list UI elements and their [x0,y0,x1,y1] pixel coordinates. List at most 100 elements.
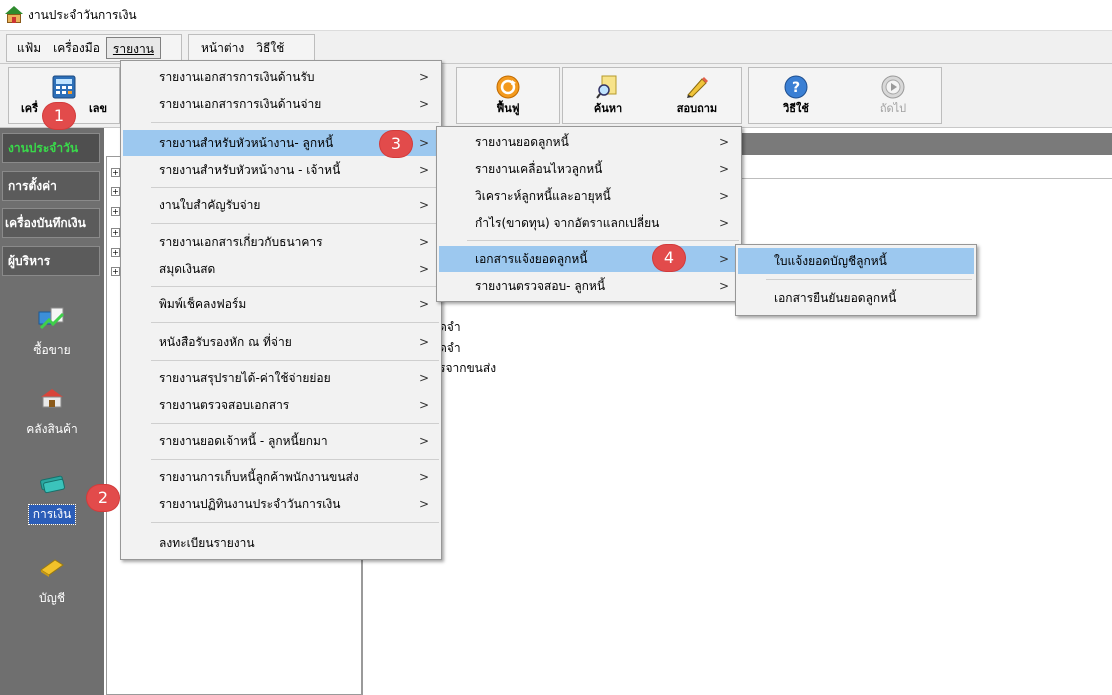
title-bar: งานประจำวันการเงิน [0,0,1112,30]
nav-tab-daily-work[interactable]: งานประจำวัน [2,133,100,163]
menu-item-label: เอกสารยืนยันยอดลูกหนี้ [774,291,897,305]
submenu-arrow-icon: > [718,279,729,293]
tree-expand-icon[interactable]: + [111,187,120,196]
next-label: ถัดไป [879,102,907,115]
main-text-fragment: ัดจำ [439,341,461,355]
menu-item-opening-balance[interactable]: รายงานยอดเจ้าหนี้ - ลูกหนี้ยกมา > [123,428,439,454]
query-label: สอบถาม [676,102,718,115]
menu-group-main: แฟ้ม เครื่องมือ รายงาน [6,34,182,62]
menu-item-label: รายงานสำหรับหัวหน้างาน - เจ้าหนี้ [159,163,341,177]
callout-badge-2: 2 [87,485,119,511]
refresh-label: ฟื้นฟู [496,102,520,115]
module-trading[interactable]: ซื้อขาย [0,306,104,360]
menu-item-exchange-gain-loss[interactable]: กำไร(ขาดทุน) จากอัตราแลกเปลี่ยน > [439,210,739,236]
submenu-arrow-icon: > [418,70,429,84]
tree-expand-icon[interactable]: + [111,267,120,276]
menu-item-debtor-balance[interactable]: รายงานยอดลูกหนี้ > [439,129,739,155]
warehouse-icon [41,389,63,408]
menu-item-label: รายงานสรุปรายได้-ค่าใช้จ่ายย่อย [159,371,331,385]
help-button[interactable]: ? วิธีใช้ [751,68,841,123]
menu-item-debtor-audit[interactable]: รายงานตรวจสอบ- ลูกหนี้ > [439,273,739,299]
module-inventory-label: คลังสินค้า [26,422,78,436]
menu-file[interactable]: แฟ้ม [11,37,47,59]
nav-tab-executive[interactable]: ผู้บริหาร [2,246,100,276]
module-finance-label: การเงิน [27,504,77,525]
query-button[interactable]: สอบถาม [653,68,741,123]
submenu-arrow-icon: > [718,216,729,230]
left-navigation: งานประจำวัน การตั้งค่า เครื่องบันทึกเงิน… [0,128,104,695]
callout-badge-3: 3 [380,131,412,157]
submenu-arrow-icon: > [418,163,429,177]
callout-badge-1: 1 [43,103,75,129]
menu-item-cash-book[interactable]: สมุดเงินสด > [123,256,439,282]
menu-item-debtor-aging[interactable]: วิเคราะห์ลูกหนี้และอายุหนี้ > [439,183,739,209]
main-text-fragment: ัดจำ [439,320,461,334]
menu-item-finance-receive-report[interactable]: รายงานเอกสารการเงินด้านรับ > [123,64,439,90]
menu-item-income-expense-summary[interactable]: รายงานสรุปรายได้-ค่าใช้จ่ายย่อย > [123,365,439,391]
menu-item-register-report[interactable]: ลงทะเบียนรายงาน [123,530,439,556]
menu-item-label: พิมพ์เช็คลงฟอร์ม [159,297,247,311]
menu-item-label: รายงานยอดเจ้าหนี้ - ลูกหนี้ยกมา [159,434,328,448]
menu-help[interactable]: วิธีใช้ [250,37,290,59]
tree-expand-icon[interactable]: + [111,228,120,237]
refresh-button[interactable]: ฟื้นฟู [457,68,559,123]
menu-item-print-cheque[interactable]: พิมพ์เช็คลงฟอร์ม > [123,291,439,317]
search-button[interactable]: ค้นหา [565,68,651,123]
menu-item-finance-calendar[interactable]: รายงานปฏิทินงานประจำวันการเงิน > [123,491,439,517]
menu-item-debtor-balance-confirmation[interactable]: เอกสารยืนยันยอดลูกหนี้ [738,285,974,311]
menu-tools[interactable]: เครื่องมือ [47,37,106,59]
menu-report[interactable]: รายงาน [105,37,161,59]
menu-item-label: รายงานตรวจสอบ- ลูกหนี้ [475,279,606,293]
menu-item-debtor-statement-docs[interactable]: เอกสารแจ้งยอดลูกหนี้ > [439,246,739,272]
menu-item-label: กำไร(ขาดทุน) จากอัตราแลกเปลี่ยน [475,216,660,230]
module-accounting-label: บัญชี [39,591,65,605]
menu-window[interactable]: หน้าต่าง [195,37,250,59]
next-play-icon [881,75,905,99]
money-stack-icon [40,475,65,494]
menu-item-label: รายงานตรวจสอบเอกสาร [159,398,290,412]
menu-bar: แฟ้ม เครื่องมือ รายงาน หน้าต่าง วิธีใช้ [0,30,1112,64]
menu-item-debtor-movement[interactable]: รายงานเคลื่อนไหวลูกหนี้ > [439,156,739,182]
module-inventory[interactable]: คลังสินค้า [0,385,104,439]
menu-item-label: งานใบสำคัญรับจ่าย [159,198,261,212]
tree-expand-icon[interactable]: + [111,207,120,216]
submenu-arrow-icon: > [718,162,729,176]
menu-item-withholding-tax[interactable]: หนังสือรับรองหัก ณ ที่จ่าย > [123,329,439,355]
submenu-arrow-icon: > [418,371,429,385]
menu-item-document-audit[interactable]: รายงานตรวจสอบเอกสาร > [123,392,439,418]
submenu-arrow-icon: > [418,398,429,412]
next-button[interactable]: ถัดไป [845,68,941,123]
toolbar-group-search: ค้นหา สอบถาม [562,67,742,124]
menu-item-finance-pay-report[interactable]: รายงานเอกสารการเงินด้านจ่าย > [123,91,439,117]
menu-item-label: รายงานการเก็บหนี้ลูกค้าพนักงานขนส่ง [159,470,359,484]
menu-item-bank-documents[interactable]: รายงานเอกสารเกี่ยวกับธนาคาร > [123,229,439,255]
app-window: งานประจำวันการเงิน แฟ้ม เครื่องมือ รายงา… [0,0,1112,695]
submenu-arrow-icon: > [718,252,729,266]
module-accounting[interactable]: บัญชี [0,554,104,608]
menu-item-debtor-account-statement[interactable]: ใบแจ้งยอดบัญชีลูกหนี้ [738,248,974,274]
menu-item-label: รายงานเอกสารเกี่ยวกับธนาคาร [159,235,323,249]
debtor-submenu: รายงานยอดลูกหนี้ > รายงานเคลื่อนไหวลูกหนี… [436,126,742,302]
main-text-fragment: รจากขนส่ง [439,361,497,375]
callout-badge-4: 4 [653,245,685,271]
toolbar-group-help: ? วิธีใช้ ถัดไป [748,67,942,124]
nav-tab-settings[interactable]: การตั้งค่า [2,171,100,201]
menu-item-payment-voucher[interactable]: งานใบสำคัญรับจ่าย > [123,192,439,218]
menu-item-label: ใบแจ้งยอดบัญชีลูกหนี้ [774,254,887,268]
ledger-book-icon [40,559,64,577]
submenu-arrow-icon: > [718,135,729,149]
module-trading-label: ซื้อขาย [33,343,71,357]
submenu-arrow-icon: > [418,97,429,111]
menu-item-supervisor-creditor-report[interactable]: รายงานสำหรับหัวหน้างาน - เจ้าหนี้ > [123,157,439,183]
nav-tab-cash-register[interactable]: เครื่องบันทึกเงิน [2,208,100,238]
menu-item-label: หนังสือรับรองหัก ณ ที่จ่าย [159,335,292,349]
submenu-arrow-icon: > [418,136,429,150]
menu-item-label: วิเคราะห์ลูกหนี้และอายุหนี้ [475,189,611,203]
menu-item-debt-collection[interactable]: รายงานการเก็บหนี้ลูกค้าพนักงานขนส่ง > [123,464,439,490]
tree-expand-icon[interactable]: + [111,168,120,177]
app-house-icon [4,6,24,24]
submenu-arrow-icon: > [418,434,429,448]
menu-item-label: รายงานยอดลูกหนี้ [475,135,569,149]
menu-item-label: รายงานเอกสารการเงินด้านจ่าย [159,97,322,111]
tree-expand-icon[interactable]: + [111,248,120,257]
